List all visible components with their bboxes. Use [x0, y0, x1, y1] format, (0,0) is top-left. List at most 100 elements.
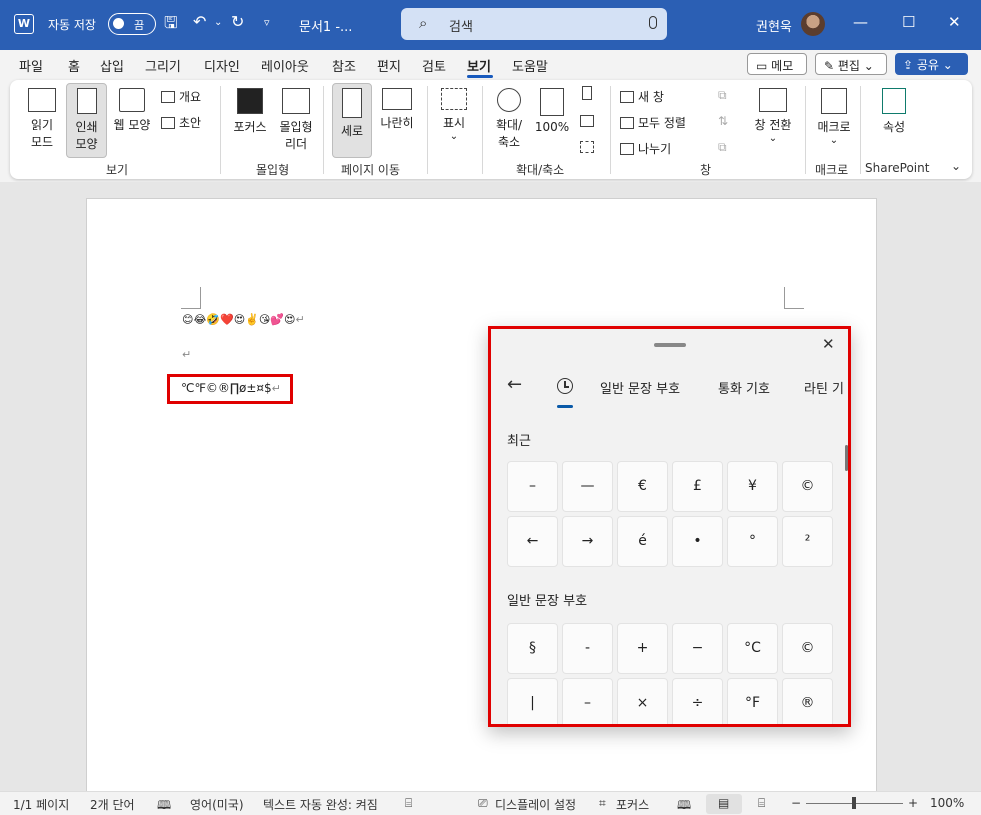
- word-count[interactable]: 2개 단어: [90, 796, 135, 813]
- symbol-cell[interactable]: -: [562, 623, 613, 674]
- menu-insert[interactable]: 삽입: [100, 56, 124, 75]
- view-side-by-side-icon[interactable]: ⧉: [718, 88, 727, 103]
- menu-layout[interactable]: 레이아웃: [261, 56, 309, 75]
- symbol-cell[interactable]: °C: [727, 623, 778, 674]
- symbol-cell[interactable]: €: [617, 461, 668, 512]
- side-by-side-button[interactable]: 나란히: [375, 88, 419, 131]
- accessibility-icon[interactable]: ⌸: [405, 796, 412, 811]
- ribbon-collapse-icon[interactable]: ⌄: [951, 159, 961, 173]
- autosave-toggle[interactable]: 끔: [108, 13, 156, 35]
- scrollbar[interactable]: [845, 445, 848, 471]
- symbol-cell[interactable]: ©: [782, 461, 833, 512]
- web-layout-icon[interactable]: ⌸: [758, 796, 765, 811]
- undo-icon[interactable]: ↶: [193, 12, 206, 31]
- menu-help[interactable]: 도움말: [512, 56, 548, 75]
- symbol-cell[interactable]: •: [672, 516, 723, 567]
- user-name[interactable]: 권현욱: [756, 16, 792, 35]
- reading-mode-button[interactable]: 읽기 모드: [22, 88, 62, 150]
- menu-review[interactable]: 검토: [422, 56, 446, 75]
- comments-button[interactable]: ▭ 메모: [747, 53, 807, 75]
- avatar[interactable]: [801, 12, 825, 36]
- multiple-pages-icon[interactable]: [580, 114, 598, 128]
- display-settings-icon[interactable]: ⎚: [478, 796, 488, 811]
- undo-dropdown-icon[interactable]: ⌄: [214, 17, 222, 28]
- zoom-out-button[interactable]: −: [791, 796, 801, 810]
- show-button[interactable]: 표시 ⌄: [434, 88, 474, 142]
- mic-icon[interactable]: [649, 16, 657, 29]
- symbol-cell[interactable]: ÷: [672, 678, 723, 724]
- immersive-reader-button[interactable]: 몰입형 리더: [274, 88, 318, 152]
- save-icon[interactable]: 🖫: [164, 12, 178, 39]
- symbol-cell[interactable]: ²: [782, 516, 833, 567]
- text-predictions[interactable]: 텍스트 자동 완성: 켜짐: [263, 796, 378, 813]
- web-layout-button[interactable]: 웹 모양: [110, 88, 154, 133]
- properties-button[interactable]: 속성: [872, 88, 916, 135]
- focus-button[interactable]: 포커스: [230, 88, 270, 135]
- read-mode-icon[interactable]: 🕮: [677, 796, 691, 815]
- symbol-cell[interactable]: ←: [507, 516, 558, 567]
- zoom-100-button[interactable]: 100%: [534, 88, 570, 134]
- tab-general-punctuation[interactable]: 일반 문장 부호: [600, 378, 680, 397]
- symbol-cell[interactable]: |: [507, 678, 558, 724]
- page-count[interactable]: 1/1 페이지: [13, 796, 69, 813]
- focus-icon[interactable]: ⌗: [599, 796, 606, 811]
- symbol-cell[interactable]: £: [672, 461, 723, 512]
- zoom-in-button[interactable]: +: [908, 796, 918, 810]
- menu-references[interactable]: 참조: [332, 56, 356, 75]
- display-settings[interactable]: 디스플레이 설정: [495, 796, 576, 813]
- redo-icon[interactable]: ↻: [231, 12, 244, 31]
- symbol-cell[interactable]: ®: [782, 678, 833, 724]
- symbol-cell[interactable]: ¥: [727, 461, 778, 512]
- close-icon[interactable]: ✕: [948, 13, 961, 31]
- symbol-cell[interactable]: +: [617, 623, 668, 674]
- page-width-icon[interactable]: [580, 140, 598, 154]
- symbol-cell[interactable]: –: [562, 678, 613, 724]
- clock-icon[interactable]: [557, 378, 573, 394]
- zoom-slider-thumb[interactable]: [852, 797, 856, 809]
- print-layout-button[interactable]: 인쇄 모양: [66, 88, 107, 152]
- document-title[interactable]: 문서1 -...: [299, 16, 352, 35]
- focus-mode[interactable]: 포커스: [616, 796, 649, 813]
- one-page-icon[interactable]: [582, 86, 596, 101]
- drag-handle[interactable]: [654, 343, 686, 347]
- sync-scroll-icon[interactable]: ⇅: [718, 114, 728, 128]
- customize-toolbar-icon[interactable]: ▿: [264, 16, 270, 29]
- symbol-cell[interactable]: −: [672, 623, 723, 674]
- zoom-button[interactable]: 확대/ 축소: [488, 88, 530, 150]
- menu-mailings[interactable]: 편지: [377, 56, 401, 75]
- maximize-icon[interactable]: ☐: [902, 13, 915, 31]
- symbol-cell[interactable]: °F: [727, 678, 778, 724]
- symbol-cell[interactable]: é: [617, 516, 668, 567]
- minimize-icon[interactable]: —: [853, 13, 868, 31]
- outline-button[interactable]: 개요: [161, 88, 201, 105]
- tab-currency-symbols[interactable]: 통화 기호: [718, 378, 770, 397]
- new-window-button[interactable]: 새 창: [620, 88, 664, 105]
- menu-file[interactable]: 파일: [19, 56, 43, 75]
- print-layout-icon[interactable]: ▤: [718, 796, 729, 810]
- menu-home[interactable]: 홈: [68, 56, 80, 75]
- reset-window-icon[interactable]: ⧉: [718, 140, 727, 155]
- split-button[interactable]: 나누기: [620, 140, 671, 157]
- symbol-cell[interactable]: —: [562, 461, 613, 512]
- symbol-cell[interactable]: °: [727, 516, 778, 567]
- arrange-all-button[interactable]: 모두 정렬: [620, 114, 686, 131]
- symbol-cell[interactable]: →: [562, 516, 613, 567]
- menu-view[interactable]: 보기: [467, 56, 491, 75]
- editing-button[interactable]: ✎ 편집 ⌄: [815, 53, 887, 75]
- menu-design[interactable]: 디자인: [204, 56, 240, 75]
- proofing-icon[interactable]: 🕮: [157, 796, 171, 815]
- vertical-button[interactable]: 세로: [332, 88, 372, 139]
- symbol-cell[interactable]: §: [507, 623, 558, 674]
- language[interactable]: 영어(미국): [190, 796, 244, 813]
- macros-button[interactable]: 매크로 ⌄: [812, 88, 856, 146]
- close-icon[interactable]: ✕: [822, 335, 835, 353]
- zoom-level[interactable]: 100%: [930, 796, 964, 810]
- draft-button[interactable]: 초안: [161, 114, 201, 131]
- menu-draw[interactable]: 그리기: [145, 56, 181, 75]
- tab-latin[interactable]: 라틴 기: [804, 378, 844, 397]
- symbol-cell[interactable]: ©: [782, 623, 833, 674]
- back-arrow-icon[interactable]: ←: [507, 374, 522, 395]
- symbol-cell[interactable]: ×: [617, 678, 668, 724]
- symbol-cell[interactable]: –: [507, 461, 558, 512]
- search-box[interactable]: ⌕ 검색: [401, 8, 667, 40]
